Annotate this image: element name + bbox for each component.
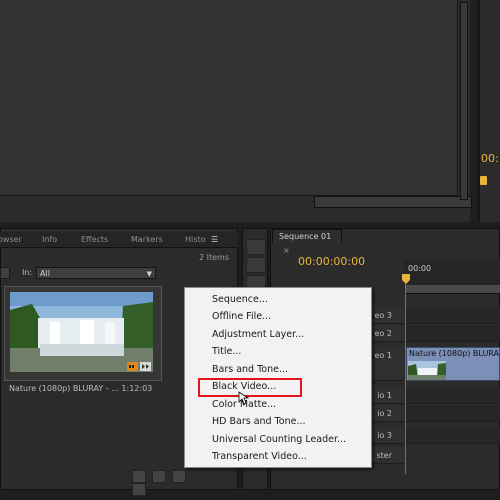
menu-item-universal-counting-leader[interactable]: Universal Counting Leader... bbox=[212, 434, 346, 445]
sequence-timecode[interactable]: 00:00:00:00 bbox=[298, 255, 365, 268]
menu-item-hd-bars-and-tone[interactable]: HD Bars and Tone... bbox=[212, 416, 306, 427]
clip-media-badges bbox=[127, 362, 151, 371]
menu-item-transparent-video[interactable]: Transparent Video... bbox=[212, 451, 307, 462]
menu-item-adjustment-layer[interactable]: Adjustment Layer... bbox=[212, 329, 304, 340]
source-monitor-scrollbar[interactable] bbox=[314, 196, 472, 208]
in-filter-select[interactable]: All ▼ bbox=[36, 267, 156, 279]
in-filter-label: In: bbox=[22, 268, 33, 277]
selection-tool-icon[interactable] bbox=[246, 239, 266, 255]
automate-icon[interactable] bbox=[132, 470, 146, 483]
menu-item-bars-and-tone[interactable]: Bars and Tone... bbox=[212, 364, 288, 375]
menu-item-title[interactable]: Title... bbox=[212, 346, 241, 357]
new-bin-icon[interactable] bbox=[171, 470, 186, 483]
new-item-icon[interactable] bbox=[132, 483, 146, 496]
ruler-label: 00:00 bbox=[408, 264, 432, 273]
mouse-cursor-icon bbox=[238, 391, 252, 405]
clip-caption: Nature (1080p) BLURAY - ... 1:12:03 bbox=[9, 384, 153, 393]
track-lane[interactable] bbox=[406, 307, 500, 324]
track-lane[interactable] bbox=[406, 387, 500, 404]
track-lane[interactable] bbox=[406, 325, 500, 342]
tab-media-browser[interactable]: owser bbox=[0, 232, 26, 248]
source-monitor-vertical-scrollbar[interactable] bbox=[460, 2, 468, 200]
tab-info[interactable]: Info bbox=[38, 232, 61, 248]
track-lane[interactable] bbox=[406, 427, 500, 444]
project-panel-footer bbox=[132, 470, 204, 496]
timeline-clip-label: Nature (1080p) BLURA bbox=[409, 349, 500, 358]
timeline-clip-thumbnail bbox=[408, 361, 446, 380]
program-monitor-panel bbox=[478, 0, 500, 222]
source-monitor-viewer bbox=[0, 0, 458, 196]
waterfall-thumbnail[interactable] bbox=[10, 292, 153, 372]
menu-item-sequence[interactable]: Sequence... bbox=[212, 294, 268, 305]
track-select-tool-icon[interactable] bbox=[246, 257, 266, 273]
work-area-bar[interactable] bbox=[406, 285, 500, 293]
sequence-tab-label: Sequence 01 bbox=[279, 232, 332, 241]
program-timecode[interactable]: 00: bbox=[481, 152, 499, 165]
close-icon[interactable]: × bbox=[283, 246, 290, 255]
project-panel-tabs: owser Info Effects Markers Histo ☰ bbox=[0, 232, 238, 248]
playhead-line bbox=[405, 284, 406, 474]
search-input[interactable] bbox=[0, 267, 10, 279]
track-lane[interactable] bbox=[406, 405, 500, 422]
program-playhead-marker[interactable] bbox=[480, 176, 487, 185]
tab-sequence-01[interactable]: Sequence 01 × bbox=[272, 229, 342, 255]
tab-effects[interactable]: Effects bbox=[77, 232, 112, 248]
panel-menu-icon[interactable]: ☰ bbox=[207, 232, 222, 248]
items-count: 2 Items bbox=[199, 253, 230, 262]
in-filter-value: All bbox=[40, 269, 50, 278]
tab-history[interactable]: Histo bbox=[181, 232, 209, 248]
find-icon[interactable] bbox=[151, 470, 166, 483]
tab-markers[interactable]: Markers bbox=[127, 232, 167, 248]
chevron-down-icon: ▼ bbox=[146, 270, 152, 278]
menu-item-offline-file[interactable]: Offline File... bbox=[212, 311, 271, 322]
